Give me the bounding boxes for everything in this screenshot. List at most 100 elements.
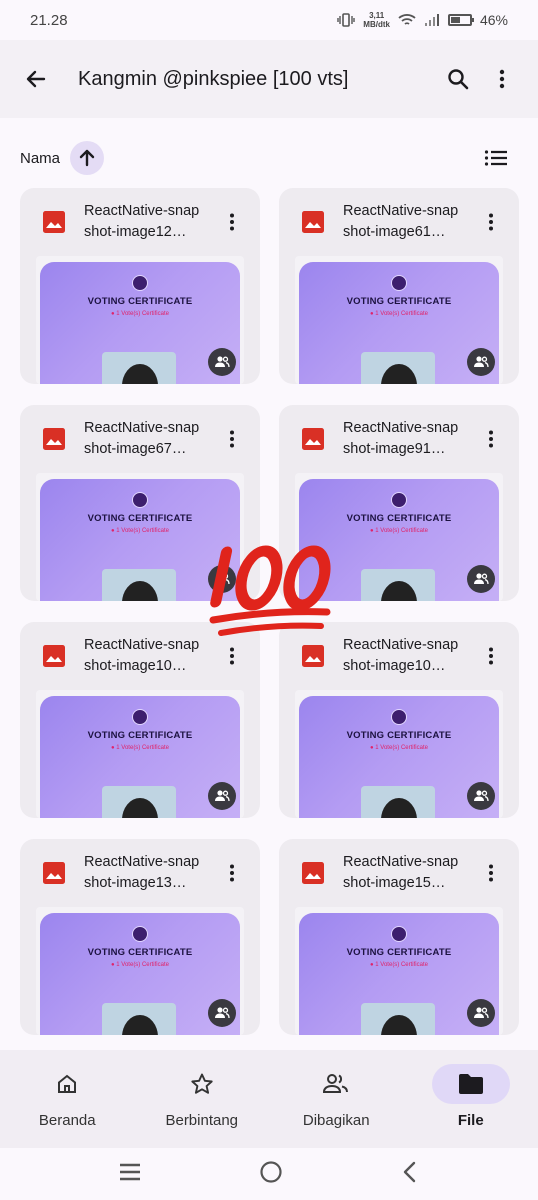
certificate-title: VOTING CERTIFICATE <box>346 513 452 524</box>
file-card[interactable]: ReactNative-snapshot-image15… VOTING CER… <box>279 839 519 1035</box>
certificate-subtitle: ● 1 Vote(s) Certificate <box>370 745 428 751</box>
more-vert-icon <box>489 430 493 448</box>
file-thumbnail: VOTING CERTIFICATE ● 1 Vote(s) Certifica… <box>295 256 503 384</box>
folder-icon <box>431 1064 510 1104</box>
certificate-logo <box>391 275 407 291</box>
list-view-button[interactable] <box>474 136 518 180</box>
file-thumbnail: VOTING CERTIFICATE ● 1 Vote(s) Certifica… <box>36 907 244 1035</box>
signal-icon <box>424 14 439 26</box>
more-options-button[interactable] <box>480 57 524 101</box>
file-card-header: ReactNative-snapshot-image67… <box>20 405 260 473</box>
shared-icon <box>208 999 236 1027</box>
star-icon <box>163 1064 241 1104</box>
back-button[interactable] <box>14 57 58 101</box>
image-file-icon <box>43 862 65 884</box>
certificate-photo <box>102 1003 176 1035</box>
file-more-button[interactable] <box>475 640 507 672</box>
home-button[interactable] <box>259 1160 283 1189</box>
file-more-button[interactable] <box>216 423 248 455</box>
list-view-icon <box>484 150 507 166</box>
shared-icon <box>208 348 236 376</box>
file-name: ReactNative-snapshot-image10… <box>343 637 459 674</box>
certificate-subtitle: ● 1 Vote(s) Certificate <box>370 528 428 534</box>
certificate-subtitle: ● 1 Vote(s) Certificate <box>111 745 169 751</box>
bottom-navigation: Beranda Berbintang Dibagikan File <box>0 1050 538 1148</box>
battery-icon <box>447 14 474 26</box>
certificate-logo <box>132 709 148 725</box>
certificate-photo <box>361 786 435 818</box>
file-name: ReactNative-snapshot-image61… <box>343 203 459 240</box>
shared-icon <box>208 782 236 810</box>
network-speed: 3,11 MB/dtk <box>363 11 390 29</box>
back-chevron-icon <box>403 1161 415 1182</box>
image-file-icon <box>43 211 65 233</box>
file-card[interactable]: ReactNative-snapshot-image13… VOTING CER… <box>20 839 260 1035</box>
file-more-button[interactable] <box>216 857 248 889</box>
shared-icon <box>467 348 495 376</box>
file-more-button[interactable] <box>216 206 248 238</box>
more-vert-icon <box>230 647 234 665</box>
file-card[interactable]: ReactNative-snapshot-image10… VOTING CER… <box>279 622 519 818</box>
sort-direction-button[interactable] <box>70 141 105 175</box>
file-card-header: ReactNative-snapshot-image61… <box>279 188 519 256</box>
certificate-photo <box>102 352 176 384</box>
search-icon <box>448 69 469 90</box>
certificate-title: VOTING CERTIFICATE <box>87 296 193 307</box>
more-vert-icon <box>489 647 493 665</box>
file-more-button[interactable] <box>475 423 507 455</box>
home-circle-icon <box>260 1160 282 1183</box>
shared-icon <box>467 565 495 593</box>
certificate-photo <box>102 569 176 601</box>
file-more-button[interactable] <box>475 857 507 889</box>
file-card[interactable]: ReactNative-snapshot-image12… VOTING CER… <box>20 188 260 384</box>
page-title: Kangmin @pinkspiee [100 vts] <box>78 67 349 90</box>
file-name: ReactNative-snapshot-image15… <box>343 854 459 891</box>
sort-label[interactable]: Nama <box>20 150 60 167</box>
nav-label: Berbintang <box>165 1112 239 1129</box>
certificate-photo <box>102 786 176 818</box>
certificate-logo <box>391 709 407 725</box>
certificate-subtitle: ● 1 Vote(s) Certificate <box>111 528 169 534</box>
nav-label: Dibagikan <box>302 1112 370 1129</box>
certificate-subtitle: ● 1 Vote(s) Certificate <box>370 311 428 317</box>
nav-item-dibagikan[interactable]: Dibagikan <box>269 1050 404 1148</box>
file-thumbnail: VOTING CERTIFICATE ● 1 Vote(s) Certifica… <box>36 690 244 818</box>
recents-icon <box>120 1163 141 1180</box>
file-card[interactable]: ReactNative-snapshot-image61… VOTING CER… <box>279 188 519 384</box>
certificate-title: VOTING CERTIFICATE <box>346 947 452 958</box>
wifi-icon <box>398 14 416 25</box>
certificate-photo <box>361 352 435 384</box>
file-card[interactable]: ReactNative-snapshot-image10… VOTING CER… <box>20 622 260 818</box>
image-file-icon <box>302 428 324 450</box>
system-navigation-bar <box>0 1148 538 1200</box>
file-card-header: ReactNative-snapshot-image12… <box>20 188 260 256</box>
file-more-button[interactable] <box>216 640 248 672</box>
file-thumbnail: VOTING CERTIFICATE ● 1 Vote(s) Certifica… <box>295 907 503 1035</box>
back-nav-button[interactable] <box>400 1160 420 1189</box>
image-file-icon <box>302 862 324 884</box>
more-vert-icon <box>489 864 493 882</box>
certificate-title: VOTING CERTIFICATE <box>87 947 193 958</box>
more-vert-icon <box>230 430 234 448</box>
nav-item-file[interactable]: File <box>404 1050 538 1148</box>
certificate-subtitle: ● 1 Vote(s) Certificate <box>370 962 428 968</box>
arrow-back-icon <box>26 70 46 88</box>
image-file-icon <box>43 645 65 667</box>
file-name: ReactNative-snapshot-image13… <box>84 854 200 891</box>
image-file-icon <box>43 428 65 450</box>
nav-item-beranda[interactable]: Beranda <box>0 1050 135 1148</box>
home-icon <box>28 1064 106 1104</box>
file-name: ReactNative-snapshot-image12… <box>84 203 200 240</box>
certificate-logo <box>391 492 407 508</box>
file-thumbnail: VOTING CERTIFICATE ● 1 Vote(s) Certifica… <box>36 256 244 384</box>
search-button[interactable] <box>436 57 480 101</box>
more-vert-icon <box>230 864 234 882</box>
certificate-title: VOTING CERTIFICATE <box>346 730 452 741</box>
more-vert-icon <box>499 69 505 89</box>
file-more-button[interactable] <box>475 206 507 238</box>
recent-apps-button[interactable] <box>118 1162 142 1187</box>
nav-item-berbintang[interactable]: Berbintang <box>135 1050 270 1148</box>
more-vert-icon <box>489 213 493 231</box>
certificate-logo <box>391 926 407 942</box>
certificate-logo <box>132 926 148 942</box>
